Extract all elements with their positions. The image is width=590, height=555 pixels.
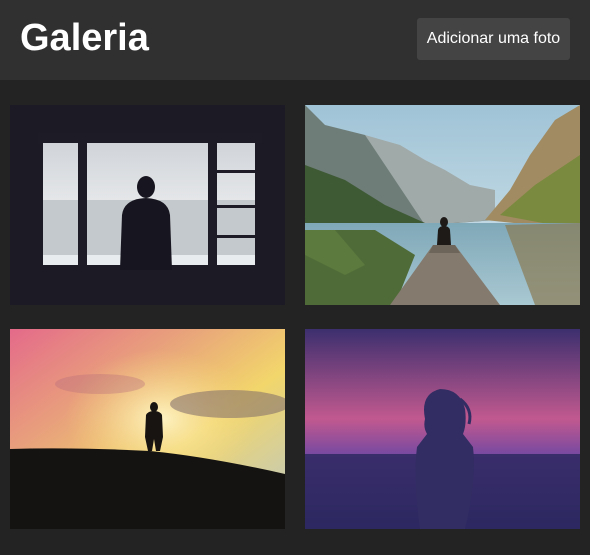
- gallery-photo-purple-sky[interactable]: [305, 329, 580, 529]
- page-title: Galeria: [20, 17, 149, 59]
- hill-sunset-image: [10, 329, 285, 529]
- window-silhouette-image: [10, 105, 285, 305]
- purple-sky-image: [305, 329, 580, 529]
- gallery-photo-hill-sunset[interactable]: [10, 329, 285, 529]
- gallery-photo-lake-pier[interactable]: [305, 105, 580, 305]
- header-bar: Galeria Adicionar uma foto: [0, 0, 590, 80]
- gallery-photo-window[interactable]: [10, 105, 285, 305]
- add-photo-button[interactable]: Adicionar uma foto: [417, 18, 570, 60]
- lake-pier-image: [305, 105, 580, 305]
